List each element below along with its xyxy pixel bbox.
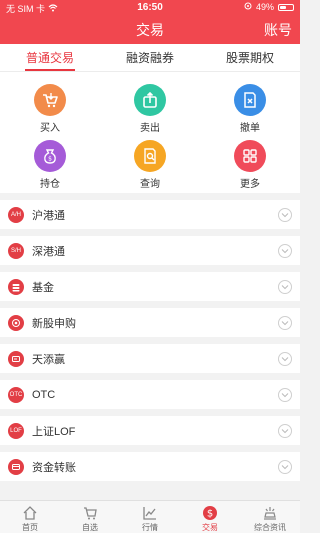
lock-rotation-icon bbox=[244, 2, 252, 12]
bottom-tab-market[interactable]: 行情 bbox=[120, 501, 180, 533]
chevron-down-icon[interactable] bbox=[278, 279, 292, 294]
wallet-icon bbox=[8, 350, 24, 367]
page-title: 交易 bbox=[136, 22, 164, 38]
bottom-tab-bar: 首页 自选 行情 $ 交易 综合资讯 bbox=[0, 500, 300, 533]
sell-button[interactable]: 卖出 bbox=[100, 78, 200, 134]
tab-margin-trading[interactable]: 融资融券 bbox=[100, 44, 200, 71]
sh-badge-icon: S/H bbox=[8, 242, 24, 259]
cart-icon bbox=[82, 505, 98, 521]
list-item-label: OTC bbox=[32, 388, 56, 401]
bottom-tab-label: 行情 bbox=[142, 523, 158, 532]
battery-icon bbox=[278, 3, 294, 11]
bottom-tab-label: 首页 bbox=[22, 523, 38, 532]
ipo-target-icon bbox=[8, 314, 24, 331]
tab-stock-options[interactable]: 股票期权 bbox=[200, 44, 300, 71]
list-item-label: 深港通 bbox=[32, 245, 65, 258]
sell-label: 卖出 bbox=[140, 123, 160, 134]
positions-label: 持仓 bbox=[40, 179, 60, 190]
list-item-label: 新股申购 bbox=[32, 317, 76, 330]
list-item-fund[interactable]: 基金 bbox=[0, 272, 300, 301]
dollar-circle-icon: $ bbox=[202, 505, 218, 521]
cart-icon bbox=[34, 84, 66, 116]
status-right: 49% bbox=[244, 2, 294, 12]
battery-percent: 49% bbox=[255, 2, 274, 12]
status-bar: 无 SIM 卡 16:50 49% bbox=[0, 0, 300, 16]
buy-button[interactable]: 买入 bbox=[0, 78, 100, 134]
cancel-order-label: 撤单 bbox=[240, 123, 260, 134]
service-list: A/H 沪港通 S/H 深港通 基金 新股申购 天添赢 OTC OTC LOF … bbox=[0, 200, 300, 488]
bottom-tab-label: 交易 bbox=[202, 523, 218, 532]
list-item-label: 上证LOF bbox=[32, 425, 76, 438]
money-bag-icon: $ bbox=[34, 140, 66, 172]
list-item-tiantianying[interactable]: 天添赢 bbox=[0, 344, 300, 373]
list-item-label: 基金 bbox=[32, 281, 54, 294]
home-icon bbox=[22, 505, 38, 521]
svg-text:$: $ bbox=[207, 509, 213, 520]
account-button[interactable]: 账号 bbox=[264, 20, 292, 40]
query-button[interactable]: 查询 bbox=[100, 134, 200, 190]
list-item-otc[interactable]: OTC OTC bbox=[0, 380, 300, 409]
chevron-down-icon[interactable] bbox=[278, 207, 292, 222]
top-header: 无 SIM 卡 16:50 49% 交易 账号 bbox=[0, 0, 300, 44]
list-item-label: 沪港通 bbox=[32, 209, 65, 222]
chevron-down-icon[interactable] bbox=[278, 459, 292, 474]
line-chart-icon bbox=[142, 505, 158, 521]
function-grid: 买入 卖出 撤单 $ 持仓 查询 更多 bbox=[0, 72, 300, 193]
chevron-down-icon[interactable] bbox=[278, 243, 292, 258]
more-label: 更多 bbox=[240, 179, 260, 190]
bottom-tab-home[interactable]: 首页 bbox=[0, 501, 60, 533]
bottom-tab-trade[interactable]: $ 交易 bbox=[180, 501, 240, 533]
cancel-doc-icon bbox=[234, 84, 266, 116]
transfer-card-icon bbox=[8, 458, 24, 475]
chevron-down-icon[interactable] bbox=[278, 423, 292, 438]
chevron-down-icon[interactable] bbox=[278, 351, 292, 366]
list-item-label: 资金转账 bbox=[32, 461, 76, 474]
bottom-tab-label: 自选 bbox=[82, 523, 98, 532]
positions-button[interactable]: $ 持仓 bbox=[0, 134, 100, 190]
list-item-ipo-subscribe[interactable]: 新股申购 bbox=[0, 308, 300, 337]
fund-stack-icon bbox=[8, 278, 24, 295]
list-item-fund-transfer[interactable]: 资金转账 bbox=[0, 452, 300, 481]
query-label: 查询 bbox=[140, 179, 160, 190]
trade-tabs: 普通交易 融资融券 股票期权 bbox=[0, 44, 300, 72]
otc-badge-icon: OTC bbox=[8, 386, 24, 403]
news-broadcast-icon bbox=[262, 505, 278, 521]
ah-badge-icon: A/H bbox=[8, 206, 24, 223]
chevron-down-icon[interactable] bbox=[278, 387, 292, 402]
lof-badge-icon: LOF bbox=[8, 422, 24, 439]
svg-text:$: $ bbox=[48, 156, 52, 163]
bottom-tab-news[interactable]: 综合资讯 bbox=[240, 501, 300, 533]
more-button[interactable]: 更多 bbox=[200, 134, 300, 190]
list-item-hk-connect-sz[interactable]: S/H 深港通 bbox=[0, 236, 300, 265]
bottom-tab-label: 综合资讯 bbox=[254, 523, 286, 532]
grid-icon bbox=[234, 140, 266, 172]
list-item-hk-connect-sh[interactable]: A/H 沪港通 bbox=[0, 200, 300, 229]
buy-label: 买入 bbox=[40, 123, 60, 134]
bag-out-icon bbox=[134, 84, 166, 116]
list-item-label: 天添赢 bbox=[32, 353, 65, 366]
cancel-order-button[interactable]: 撤单 bbox=[200, 78, 300, 134]
chevron-down-icon[interactable] bbox=[278, 315, 292, 330]
list-item-lof[interactable]: LOF 上证LOF bbox=[0, 416, 300, 445]
search-doc-icon bbox=[134, 140, 166, 172]
tab-normal-trade[interactable]: 普通交易 bbox=[0, 44, 100, 71]
bottom-tab-watchlist[interactable]: 自选 bbox=[60, 501, 120, 533]
